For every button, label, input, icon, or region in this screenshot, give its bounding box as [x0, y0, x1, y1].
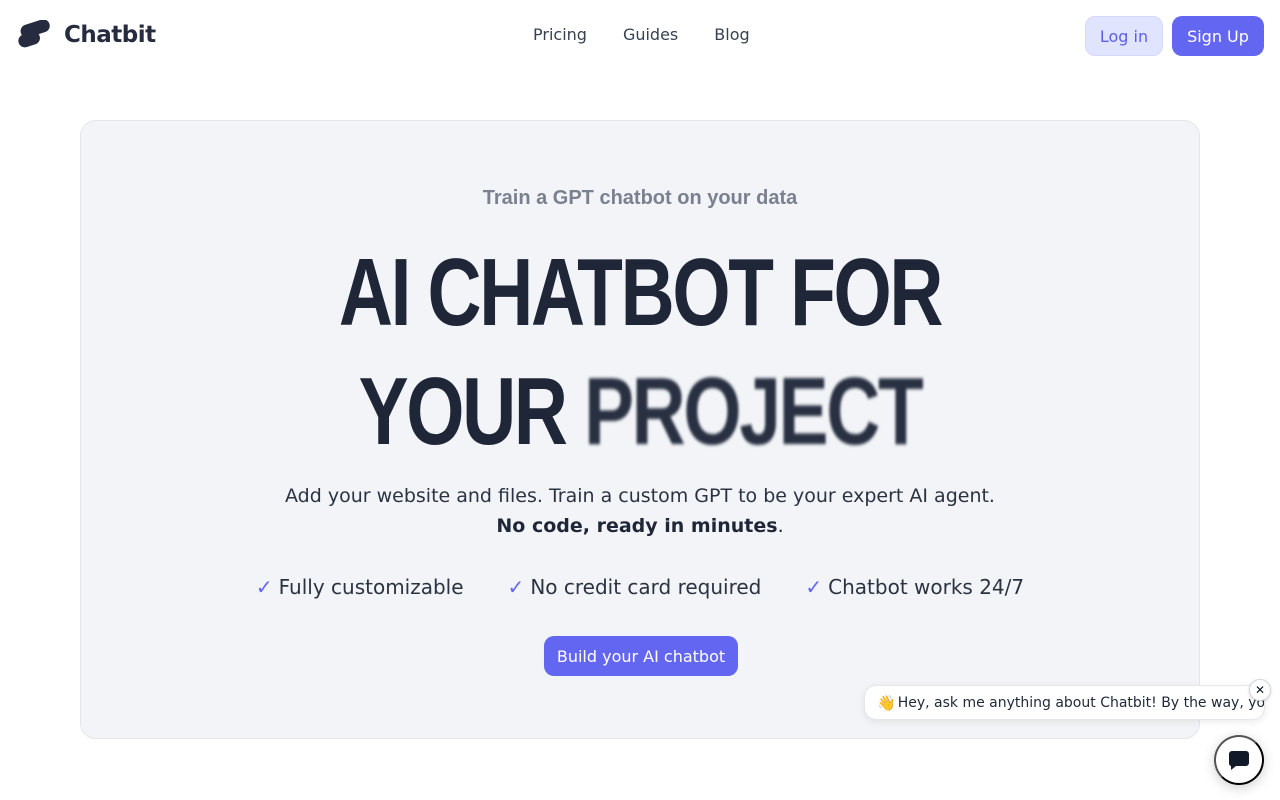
check-icon: ✓ [805, 575, 823, 599]
hero-subtitle: Add your website and files. Train a cust… [285, 485, 995, 507]
chat-bubble-close-icon[interactable]: ✕ [1249, 679, 1271, 701]
hero-headline-line2: YOUR PROJECT [204, 364, 1076, 460]
hero-subtitle-bold: No code, ready in minutes [496, 515, 778, 537]
hero-section: Train a GPT chatbot on your data AI CHAT… [80, 120, 1200, 739]
feature-label: Chatbot works 24/7 [828, 575, 1025, 599]
hero-headline-prefix: YOUR [358, 358, 568, 465]
nav-link-pricing[interactable]: Pricing [533, 25, 587, 44]
feature-item: ✓ No credit card required [508, 575, 762, 599]
hero-subtitle-bold-line: No code, ready in minutes. [81, 515, 1199, 537]
nav-link-guides[interactable]: Guides [623, 25, 678, 44]
chat-greeting-bubble[interactable]: 👋 Hey, ask me anything about Chatbit! By… [864, 685, 1265, 720]
hero-subtitle-period: . [777, 515, 784, 537]
feature-label: Fully customizable [278, 575, 464, 599]
feature-item: ✓ Fully customizable [256, 575, 464, 599]
chatbit-logo[interactable]: Chatbit [16, 20, 156, 50]
waving-hand-icon: 👋 [877, 693, 896, 712]
top-navigation: Chatbit Pricing Guides Blog Log in Sign … [0, 0, 1280, 72]
hero-kicker: Train a GPT chatbot on your data [482, 187, 798, 209]
check-icon: ✓ [507, 575, 525, 599]
chatbit-logo-icon [18, 20, 50, 48]
feature-label: No credit card required [530, 575, 762, 599]
feature-item: ✓ Chatbot works 24/7 [805, 575, 1024, 599]
chat-bubble-icon [1228, 751, 1249, 770]
login-button[interactable]: Log in [1085, 16, 1163, 56]
main-nav: Pricing Guides Blog [533, 25, 750, 44]
chat-launcher-button[interactable] [1214, 735, 1264, 785]
chat-greeting-text: Hey, ask me anything about Chatbit! By t… [897, 694, 1265, 711]
brand-name: Chatbit [64, 22, 156, 48]
signup-button[interactable]: Sign Up [1172, 16, 1264, 56]
feature-list: ✓ Fully customizable ✓ No credit card re… [81, 575, 1199, 599]
hero-headline-line1: AI CHATBOT FOR [338, 239, 944, 346]
hero-headline-rotating-word: PROJECT [584, 358, 924, 465]
check-icon: ✓ [255, 575, 273, 599]
nav-link-blog[interactable]: Blog [714, 25, 749, 44]
build-chatbot-button[interactable]: Build your AI chatbot [544, 636, 738, 676]
